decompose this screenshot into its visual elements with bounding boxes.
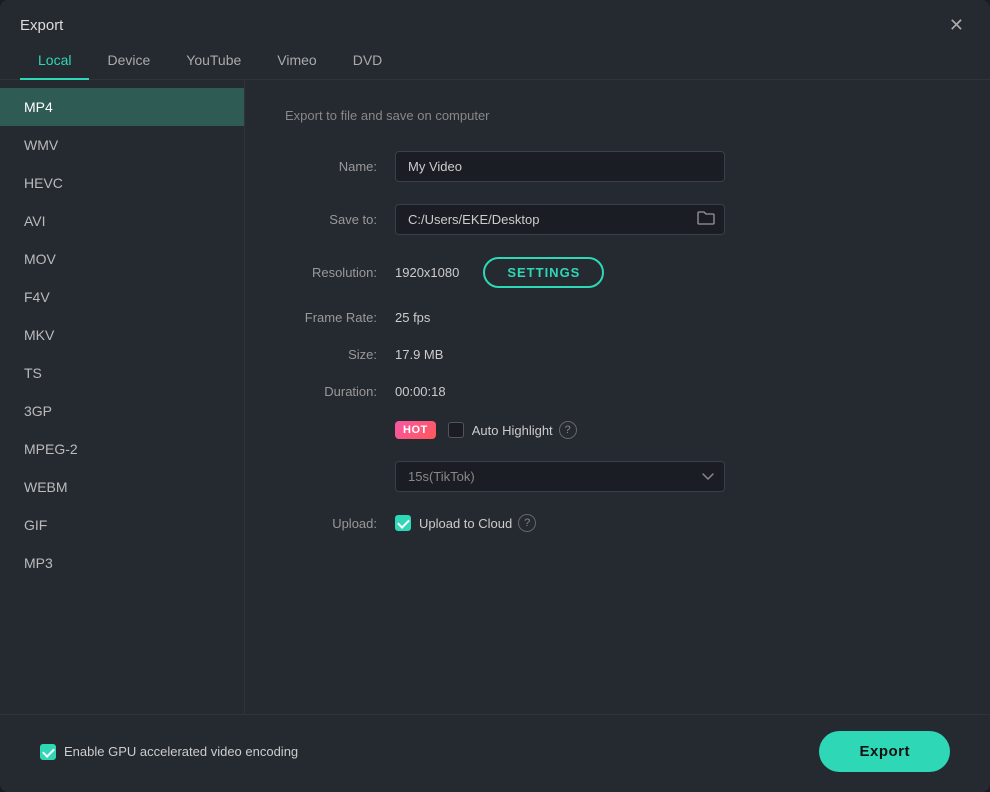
hot-badge: HOT — [395, 421, 436, 439]
sidebar-item-webm[interactable]: WEBM — [0, 468, 244, 506]
title-bar: Export ✕ — [0, 0, 990, 36]
gpu-label-text: Enable GPU accelerated video encoding — [64, 744, 298, 759]
sidebar-item-mpeg2[interactable]: MPEG-2 — [0, 430, 244, 468]
size-value: 17.9 MB — [395, 347, 443, 362]
panel-description: Export to file and save on computer — [285, 108, 950, 123]
upload-to-cloud-text: Upload to Cloud — [419, 516, 512, 531]
save-to-row: Save to: — [285, 204, 950, 235]
resolution-label: Resolution: — [285, 265, 395, 280]
sidebar-item-hevc[interactable]: HEVC — [0, 164, 244, 202]
export-button[interactable]: Export — [819, 731, 950, 772]
sidebar-item-avi[interactable]: AVI — [0, 202, 244, 240]
export-dialog: Export ✕ Local Device YouTube Vimeo DVD … — [0, 0, 990, 792]
gpu-checkbox[interactable] — [40, 744, 56, 760]
tab-bar: Local Device YouTube Vimeo DVD — [0, 36, 990, 80]
duration-value: 00:00:18 — [395, 384, 446, 399]
auto-highlight-text: Auto Highlight — [472, 423, 553, 438]
sidebar-item-f4v[interactable]: F4V — [0, 278, 244, 316]
upload-label: Upload: — [285, 516, 395, 531]
sidebar-item-ts[interactable]: TS — [0, 354, 244, 392]
name-input[interactable] — [395, 151, 725, 182]
sidebar-item-mp3[interactable]: MP3 — [0, 544, 244, 582]
frame-rate-row: Frame Rate: 25 fps — [285, 310, 950, 325]
frame-rate-value: 25 fps — [395, 310, 430, 325]
tab-dvd[interactable]: DVD — [335, 44, 401, 80]
duration-row: Duration: 00:00:18 — [285, 384, 950, 399]
save-path-input[interactable] — [395, 204, 725, 235]
format-sidebar: MP4 WMV HEVC AVI MOV F4V MKV TS 3GP MPEG… — [0, 80, 245, 714]
folder-icon — [697, 210, 715, 226]
tab-vimeo[interactable]: Vimeo — [259, 44, 334, 80]
highlight-duration-dropdown[interactable]: 15s(TikTok) 30s 60s — [395, 461, 725, 492]
dialog-title: Export — [20, 17, 63, 34]
sidebar-item-3gp[interactable]: 3GP — [0, 392, 244, 430]
tab-local[interactable]: Local — [20, 44, 89, 80]
tab-youtube[interactable]: YouTube — [168, 44, 259, 80]
tab-device[interactable]: Device — [89, 44, 168, 80]
path-wrapper — [395, 204, 725, 235]
upload-row: Upload: Upload to Cloud ? — [285, 514, 950, 532]
save-to-label: Save to: — [285, 212, 395, 227]
content-area: MP4 WMV HEVC AVI MOV F4V MKV TS 3GP MPEG… — [0, 80, 990, 714]
auto-highlight-help-icon[interactable]: ? — [559, 421, 577, 439]
sidebar-item-mkv[interactable]: MKV — [0, 316, 244, 354]
resolution-value: 1920x1080 — [395, 265, 459, 280]
close-button[interactable]: ✕ — [943, 14, 970, 36]
bottom-bar: Enable GPU accelerated video encoding Ex… — [0, 714, 990, 792]
highlight-duration-row: 15s(TikTok) 30s 60s — [285, 461, 950, 492]
auto-highlight-label[interactable]: Auto Highlight — [448, 422, 553, 438]
auto-highlight-row: HOT Auto Highlight ? — [285, 421, 950, 439]
name-row: Name: — [285, 151, 950, 182]
size-row: Size: 17.9 MB — [285, 347, 950, 362]
resolution-row: Resolution: 1920x1080 SETTINGS — [285, 257, 950, 288]
name-label: Name: — [285, 159, 395, 174]
folder-browse-button[interactable] — [695, 208, 717, 232]
upload-to-cloud-checkbox[interactable] — [395, 515, 411, 531]
sidebar-item-wmv[interactable]: WMV — [0, 126, 244, 164]
size-label: Size: — [285, 347, 395, 362]
settings-button[interactable]: SETTINGS — [483, 257, 604, 288]
gpu-check-label[interactable]: Enable GPU accelerated video encoding — [40, 744, 298, 760]
sidebar-item-mov[interactable]: MOV — [0, 240, 244, 278]
sidebar-item-mp4[interactable]: MP4 — [0, 88, 244, 126]
sidebar-item-gif[interactable]: GIF — [0, 506, 244, 544]
upload-to-cloud-label[interactable]: Upload to Cloud — [395, 515, 512, 531]
frame-rate-label: Frame Rate: — [285, 310, 395, 325]
main-panel: Export to file and save on computer Name… — [245, 80, 990, 714]
upload-help-icon[interactable]: ? — [518, 514, 536, 532]
duration-label: Duration: — [285, 384, 395, 399]
auto-highlight-checkbox[interactable] — [448, 422, 464, 438]
